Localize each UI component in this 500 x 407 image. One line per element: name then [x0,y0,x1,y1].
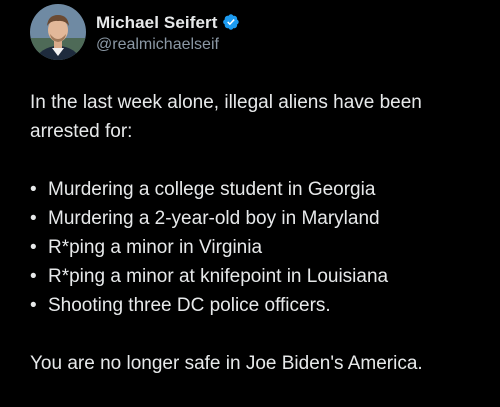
bullet-marker: • [30,237,37,258]
list-item-text: R*ping a minor at knifepoint in Louisian… [48,266,389,287]
bullet-marker: • [30,208,37,229]
tweet-header: Michael Seifert @realmichaelseif [30,4,240,60]
list-item: • Shooting three DC police officers. [30,291,490,320]
list-item: • R*ping a minor in Virginia [30,233,490,262]
avatar-image [30,4,86,60]
tweet-bullet-list: • Murdering a college student in Georgia… [30,175,490,320]
author-handle[interactable]: @realmichaelseif [96,37,240,53]
tweet-intro: In the last week alone, illegal aliens h… [30,92,422,142]
list-item-text: Murdering a 2-year-old boy in Maryland [48,208,380,229]
name-row: Michael Seifert [96,13,240,31]
author-identity: Michael Seifert @realmichaelseif [96,11,240,53]
avatar[interactable] [30,4,86,60]
list-item-text: Shooting three DC police officers. [48,295,331,316]
tweet-body: In the last week alone, illegal aliens h… [30,88,490,378]
list-item: • R*ping a minor at knifepoint in Louisi… [30,262,490,291]
verified-badge-icon [222,14,239,30]
bullet-marker: • [30,266,37,287]
tweet-card: Michael Seifert @realmichaelseif In the … [0,0,500,407]
list-item: • Murdering a college student in Georgia [30,175,490,204]
list-item: • Murdering a 2-year-old boy in Maryland [30,204,490,233]
tweet-closing: You are no longer safe in Joe Biden's Am… [30,353,423,374]
author-display-name[interactable]: Michael Seifert [96,14,218,31]
bullet-marker: • [30,179,37,200]
list-item-text: Murdering a college student in Georgia [48,179,376,200]
bullet-marker: • [30,295,37,316]
list-item-text: R*ping a minor in Virginia [48,237,263,258]
